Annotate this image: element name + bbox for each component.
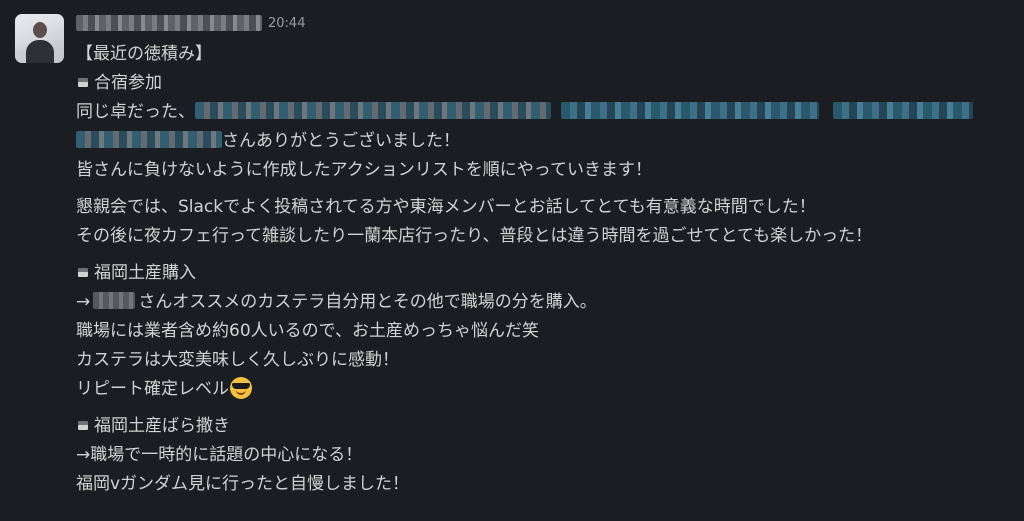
redacted-mention [561,102,819,119]
line-text: その後に夜カフェ行って雑談したり一蘭本店行ったり、普段とは違う時間を過ごせてとて… [76,226,873,246]
message-line: その後に夜カフェ行って雑談したり一蘭本店行ったり、普段とは違う時間を過ごせてとて… [76,222,1016,251]
line-text: リピート確定レベル [76,379,229,399]
redacted-mention [833,102,973,119]
message: 20:44 【最近の徳積み】 合宿参加 同じ卓だった、 さんありがとうございまし… [0,0,1024,521]
line-text: カステラは大変美味しく久しぶりに感動！ [76,350,399,370]
avatar-person-body [26,40,54,63]
line-text: 【最近の徳積み】 [76,44,212,64]
message-line: → さんオススメのカステラ自分用とその他で職場の分を購入。 [76,288,1016,317]
line-text: → [76,292,91,312]
message-line: 福岡vガンダム見に行ったと自慢しました！ [76,470,1016,499]
message-body: 【最近の徳積み】 合宿参加 同じ卓だった、 さんありがとうございました！ 皆さん… [76,40,1016,499]
message-line: 福岡土産購入 [76,259,1016,288]
line-text: 福岡vガンダム見に行ったと自慢しました！ [76,474,410,494]
line-text: 同じ卓だった、 [76,102,195,122]
avatar-person-head [33,22,47,38]
line-text: 懇親会では、Slackでよく投稿されてる方や東海メンバーとお話してとても有意義な… [76,197,816,217]
black-medium-square-icon [78,421,88,430]
message-line: 合宿参加 [76,69,1016,98]
message-line: 皆さんに負けないように作成したアクションリストを順にやっていきます！ [76,156,1016,185]
message-line: 【最近の徳積み】 [76,40,1016,69]
line-text: 合宿参加 [94,73,162,93]
line-text: 福岡土産ばら撒き [94,416,230,436]
line-text: 福岡土産購入 [94,263,196,283]
line-text: 皆さんに負けないように作成したアクションリストを順にやっていきます！ [76,160,652,180]
line-text: さんありがとうございました！ [222,131,460,151]
message-line: リピート確定レベル [76,375,1016,404]
line-text: 職場には業者含め約60人いるので、お土産めっちゃ悩んだ笑 [76,321,539,341]
redacted-name [93,292,136,309]
black-medium-square-icon [78,78,88,87]
redacted-mention [195,102,551,119]
message-line: 懇親会では、Slackでよく投稿されてる方や東海メンバーとお話してとても有意義な… [76,193,1016,222]
redacted-mention [76,131,222,148]
message-line: →職場で一時的に話題の中心になる！ [76,441,1016,470]
avatar[interactable] [15,14,64,63]
message-line: カステラは大変美味しく久しぶりに感動！ [76,346,1016,375]
message-line: さんありがとうございました！ [76,127,1016,156]
message-line: 職場には業者含め約60人いるので、お土産めっちゃ悩んだ笑 [76,317,1016,346]
line-text: →職場で一時的に話題の中心になる！ [76,445,363,465]
message-line: 福岡土産ばら撒き [76,412,1016,441]
message-line: 同じ卓だった、 [76,98,1016,127]
smiling-face-with-sunglasses-icon [230,377,252,399]
line-text: さんオススメのカステラ自分用とその他で職場の分を購入。 [138,292,597,312]
message-header: 20:44 [76,8,305,38]
sender-name-redacted[interactable] [76,15,262,31]
black-medium-square-icon [78,268,88,277]
timestamp[interactable]: 20:44 [268,16,305,31]
